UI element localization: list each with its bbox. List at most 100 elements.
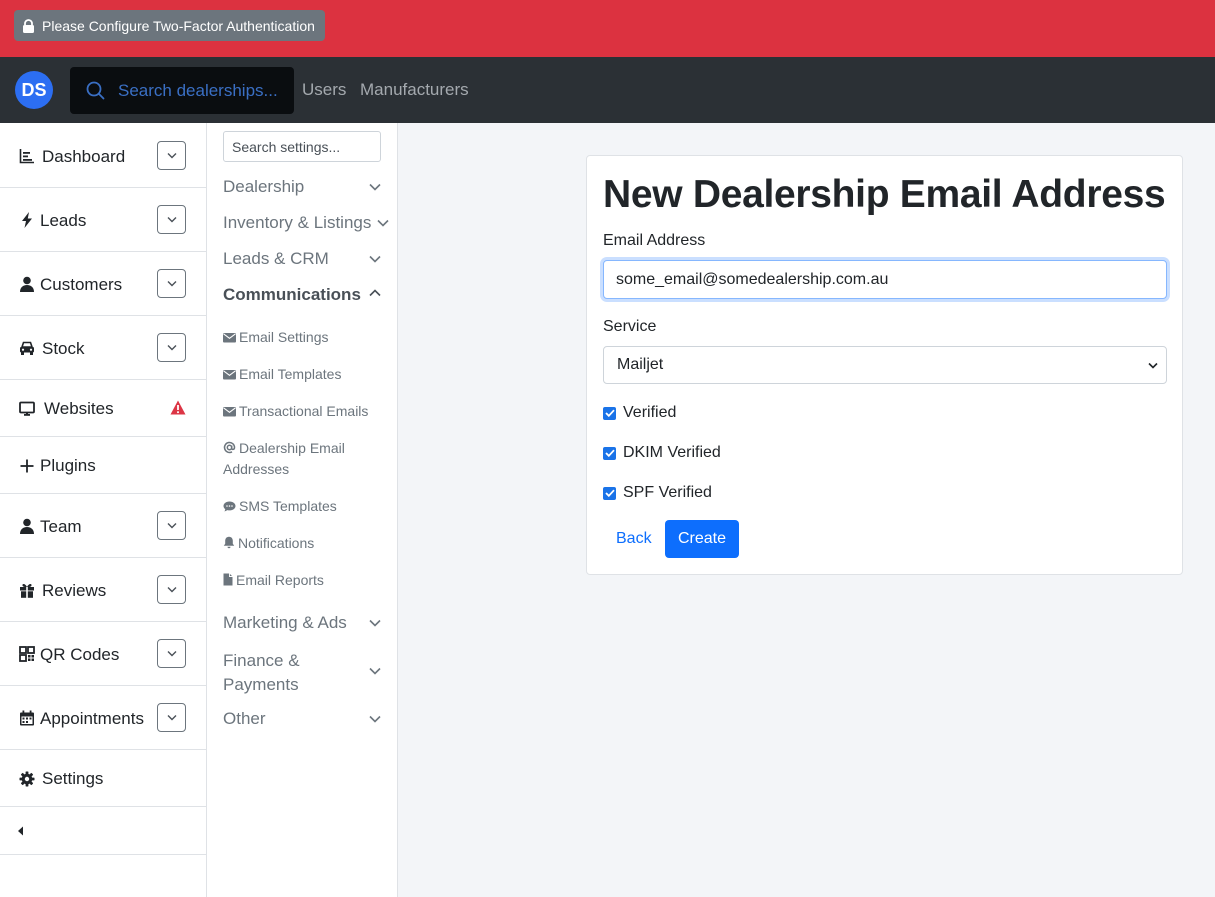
chart-icon [18,147,35,164]
sidebar-item-settings[interactable]: Settings [0,750,206,807]
back-button[interactable]: Back [603,520,665,558]
sidebar-item-label: Reviews [42,581,107,600]
dealership-search[interactable] [70,67,294,114]
sidebar-item-label: Plugins [40,456,96,475]
qr-codes-toggle-button[interactable] [157,639,186,668]
sidebar-item-qr-codes[interactable]: QR Codes [0,622,206,686]
sidebar-item-team[interactable]: Team [0,494,206,558]
sms-icon [223,501,236,512]
qrcode-icon [18,645,35,662]
chevron-down-icon [167,523,176,529]
spf-verified-checkbox[interactable] [603,486,616,500]
sidebar-item-appointments[interactable]: Appointments [0,686,206,750]
chevron-down-icon [369,255,381,263]
at-sign-icon [223,441,236,454]
checkmark-icon [604,449,615,457]
envelope-icon [223,407,236,417]
user-icon [18,517,35,534]
settings-sidebar: Dealership Inventory & Listings Leads & … [207,123,398,897]
sidebar-item-customers[interactable]: Customers [0,252,206,316]
settings-category-other[interactable]: Other [223,709,383,729]
settings-category-inventory[interactable]: Inventory & Listings [223,213,389,233]
chevron-down-icon [377,219,389,227]
plus-icon [18,457,35,474]
settings-category-finance[interactable]: Finance & Payments [223,649,383,694]
sidebar-item-label: Stock [42,339,85,358]
user-icon [18,275,35,292]
category-label: Leads & CRM [223,249,329,268]
chevron-down-icon [369,715,381,723]
dealership-search-input[interactable] [118,80,283,101]
service-select[interactable]: Mailjet [603,346,1167,384]
reviews-toggle-button[interactable] [157,575,186,604]
chevron-down-icon [167,587,176,593]
settings-item-transactional-emails[interactable]: Transactional Emails [223,401,388,422]
search-icon [86,81,105,100]
chevron-down-icon [167,651,176,657]
chevron-down-icon [1148,362,1158,369]
dkim-verified-checkbox-label: DKIM Verified [623,444,721,461]
sidebar-item-websites[interactable]: Websites [0,380,206,437]
nav-link-users[interactable]: Users [302,80,346,100]
settings-category-dealership[interactable]: Dealership [223,177,383,197]
settings-item-email-settings[interactable]: Email Settings [223,327,373,348]
create-button[interactable]: Create [665,520,739,558]
settings-category-marketing[interactable]: Marketing & Ads [223,613,383,633]
appointments-toggle-button[interactable] [157,703,186,732]
lock-icon [23,18,34,33]
sidebar-collapse-button[interactable] [0,807,206,855]
checkmark-icon [604,409,615,417]
calendar-icon [18,709,35,726]
dashboard-toggle-button[interactable] [157,141,186,170]
customers-toggle-button[interactable] [157,269,186,298]
chevron-down-icon [369,667,381,675]
verified-checkbox[interactable] [603,406,616,420]
chevron-up-icon [369,289,381,297]
settings-item-notifications[interactable]: Notifications [223,533,373,554]
settings-item-dealership-email-addresses[interactable]: Dealership Email Addresses [223,438,363,480]
sidebar-item-label: Team [40,517,82,536]
sidebar-item-plugins[interactable]: Plugins [0,437,206,494]
chevron-down-icon [167,715,176,721]
gear-icon [18,770,35,787]
envelope-icon [223,333,236,343]
new-email-address-card: New Dealership Email Address Email Addre… [586,155,1183,575]
car-icon [18,339,35,356]
service-selected-value: Mailjet [617,356,664,373]
two-factor-alert-text: Please Configure Two-Factor Authenticati… [42,17,315,34]
category-label: Marketing & Ads [223,613,347,632]
dkim-checkbox-row[interactable]: DKIM Verified [603,444,721,462]
sidebar-item-reviews[interactable]: Reviews [0,558,206,622]
sidebar-item-stock[interactable]: Stock [0,316,206,380]
stock-toggle-button[interactable] [157,333,186,362]
checkmark-icon [604,489,615,497]
team-toggle-button[interactable] [157,511,186,540]
main-sidebar: Dashboard Leads Customers Stock Websites… [0,123,207,897]
spf-checkbox-row[interactable]: SPF Verified [603,484,712,502]
leads-toggle-button[interactable] [157,205,186,234]
spf-verified-checkbox-label: SPF Verified [623,484,712,501]
settings-item-email-templates[interactable]: Email Templates [223,364,373,385]
chevron-down-icon [167,153,176,159]
file-icon [223,573,233,586]
two-factor-alert-button[interactable]: Please Configure Two-Factor Authenticati… [14,10,325,41]
chevron-down-icon [369,619,381,627]
settings-category-communications[interactable]: Communications [223,285,383,305]
email-address-input[interactable] [603,260,1167,299]
dkim-verified-checkbox[interactable] [603,446,616,460]
settings-search-input[interactable] [223,131,381,162]
caret-left-icon [18,826,23,836]
sidebar-item-label: Settings [42,769,104,788]
nav-link-manufacturers[interactable]: Manufacturers [360,80,469,100]
sidebar-item-leads[interactable]: Leads [0,188,206,252]
settings-category-leads-crm[interactable]: Leads & CRM [223,249,383,269]
verified-checkbox-row[interactable]: Verified [603,404,676,422]
sidebar-item-dashboard[interactable]: Dashboard [0,123,206,188]
settings-item-sms-templates[interactable]: SMS Templates [223,496,373,517]
warning-icon [170,400,186,415]
app-logo[interactable]: DS [15,71,53,109]
two-factor-alert-bar: Please Configure Two-Factor Authenticati… [0,0,1215,57]
settings-item-email-reports[interactable]: Email Reports [223,570,373,591]
sidebar-item-label: Dashboard [42,147,126,166]
service-label: Service [603,318,657,335]
